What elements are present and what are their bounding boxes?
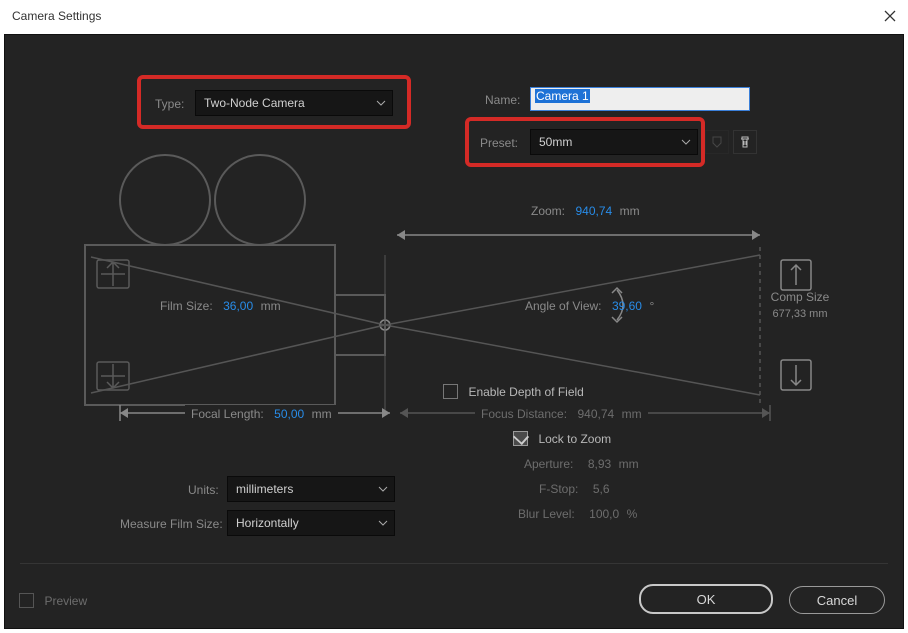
angle-group: Angle of View: 39,60 °	[525, 297, 654, 315]
focus-distance-unit: mm	[622, 407, 642, 421]
blur-label: Blur Level:	[518, 507, 575, 521]
angle-unit: °	[649, 299, 654, 313]
chevron-down-icon	[378, 486, 388, 492]
enable-dof-row[interactable]: Enable Depth of Field	[443, 383, 584, 401]
zoom-unit: mm	[620, 204, 640, 218]
blur-group: Blur Level: 100,0 %	[518, 505, 637, 523]
cancel-button[interactable]: Cancel	[789, 586, 885, 614]
film-size-value[interactable]: 36,00	[223, 299, 253, 313]
fstop-label: F-Stop:	[539, 482, 578, 496]
type-label: Type:	[155, 97, 184, 111]
zoom-value[interactable]: 940,74	[575, 204, 612, 218]
measure-dropdown[interactable]: Horizontally	[227, 510, 395, 536]
angle-label: Angle of View:	[525, 299, 602, 313]
type-dropdown[interactable]: Two-Node Camera	[195, 90, 393, 116]
blur-unit: %	[627, 507, 638, 521]
lock-zoom-checkbox[interactable]	[513, 431, 528, 446]
dialog-panel: Type: Two-Node Camera Name: Camera 1 Pre…	[4, 34, 904, 629]
fstop-value: 5,6	[593, 482, 610, 496]
units-value: millimeters	[236, 482, 293, 496]
focal-length-label: Focal Length:	[191, 407, 264, 421]
type-value: Two-Node Camera	[204, 96, 305, 110]
lock-zoom-label: Lock to Zoom	[538, 432, 611, 446]
film-size-unit: mm	[261, 299, 281, 313]
ok-button[interactable]: OK	[639, 584, 773, 614]
fstop-group: F-Stop: 5,6	[539, 480, 610, 498]
aperture-group: Aperture: 8,93 mm	[524, 455, 639, 473]
ok-label: OK	[697, 592, 716, 607]
chevron-down-icon	[378, 520, 388, 526]
lock-zoom-row[interactable]: Lock to Zoom	[513, 430, 611, 448]
units-dropdown[interactable]: millimeters	[227, 476, 395, 502]
film-size-group: Film Size: 36,00 mm	[160, 297, 281, 315]
aperture-value: 8,93	[588, 457, 611, 471]
aperture-unit: mm	[619, 457, 639, 471]
enable-dof-checkbox[interactable]	[443, 384, 458, 399]
title-bar: Camera Settings	[0, 0, 908, 32]
film-size-label: Film Size:	[160, 299, 213, 313]
comp-size-label: Comp Size	[765, 290, 835, 304]
zoom-group: Zoom: 940,74 mm	[525, 202, 646, 220]
name-label: Name:	[485, 93, 520, 107]
aperture-label: Aperture:	[524, 457, 573, 471]
blur-value: 100,0	[589, 507, 619, 521]
focus-distance-value: 940,74	[578, 407, 615, 421]
divider	[20, 563, 888, 564]
focus-distance-group: Focus Distance: 940,74 mm	[475, 405, 648, 423]
name-value: Camera 1	[535, 89, 590, 103]
chevron-down-icon	[376, 100, 386, 106]
preview-checkbox[interactable]	[19, 593, 34, 608]
focal-length-unit: mm	[312, 407, 332, 421]
measure-value: Horizontally	[236, 516, 299, 530]
comp-size-group: Comp Size 677,33 mm	[765, 290, 835, 320]
focal-length-group: Focal Length: 50,00 mm	[185, 405, 338, 423]
measure-label: Measure Film Size:	[120, 517, 223, 531]
enable-dof-label: Enable Depth of Field	[468, 385, 583, 399]
focal-length-value[interactable]: 50,00	[274, 407, 304, 421]
name-input[interactable]: Camera 1	[530, 87, 750, 111]
cancel-label: Cancel	[817, 593, 857, 608]
window-title: Camera Settings	[12, 9, 101, 23]
preview-label: Preview	[44, 594, 87, 608]
preview-row[interactable]: Preview	[19, 592, 87, 610]
angle-value[interactable]: 39,60	[612, 299, 642, 313]
comp-size-value: 677,33 mm	[765, 308, 835, 320]
focus-distance-label: Focus Distance:	[481, 407, 567, 421]
close-icon[interactable]	[884, 10, 896, 22]
zoom-label: Zoom:	[531, 204, 565, 218]
units-label: Units:	[188, 483, 219, 497]
